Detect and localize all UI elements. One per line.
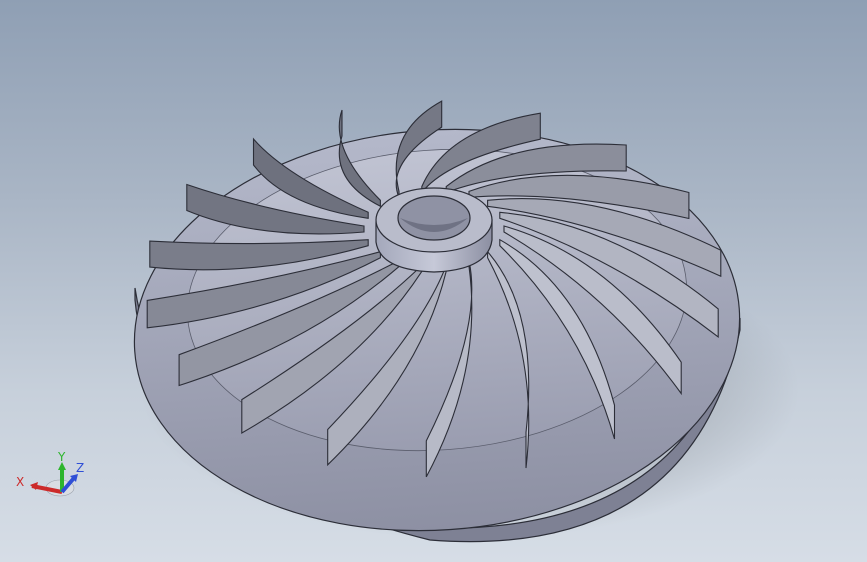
3d-viewport[interactable]: X Y Z (0, 0, 867, 562)
hub (375, 187, 493, 273)
x-axis-label: X (16, 475, 24, 489)
y-axis-label: Y (57, 452, 66, 464)
hub-bore (397, 195, 471, 241)
impeller-model[interactable] (0, 0, 867, 562)
z-axis-label: Z (76, 461, 84, 475)
axis-triad: X Y Z (16, 452, 84, 497)
